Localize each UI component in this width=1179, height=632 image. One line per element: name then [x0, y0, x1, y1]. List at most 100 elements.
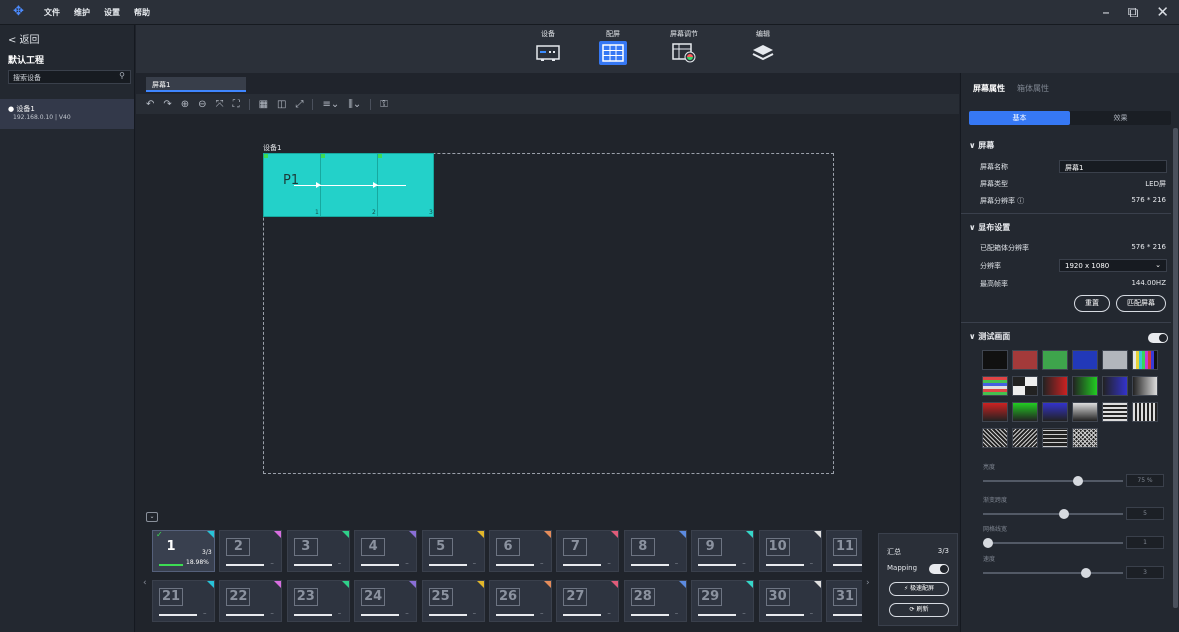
pattern-diagonal-left[interactable]	[1012, 428, 1038, 448]
grid-width-slider-knob[interactable]	[983, 538, 993, 548]
match-screen-button[interactable]: 匹配屏幕	[1116, 295, 1166, 312]
sending-card[interactable]: 28 –	[623, 580, 687, 622]
search-icon[interactable]: ⚲	[119, 71, 125, 80]
undo-icon[interactable]: ↶	[146, 99, 154, 110]
page-next-icon[interactable]: ›	[866, 578, 870, 588]
restore-icon[interactable]: ⧉	[1128, 3, 1139, 21]
redo-icon[interactable]: ↷	[163, 99, 171, 110]
speed-slider[interactable]	[983, 568, 1123, 578]
pattern-gray-vgradient[interactable]	[1072, 402, 1098, 422]
pattern-crosshatch[interactable]	[1072, 428, 1098, 448]
segment-effect[interactable]: 效果	[1070, 111, 1171, 125]
unlock-icon[interactable]: ⚿	[380, 99, 388, 110]
sending-card[interactable]: 27 –	[556, 580, 620, 622]
page-prev-icon[interactable]: ‹	[143, 578, 147, 588]
fit-icon[interactable]: ⤧	[216, 99, 224, 110]
collapse-panel-button[interactable]: ⌄	[146, 512, 158, 522]
screen-name-input[interactable]: 屏幕1	[1059, 160, 1167, 173]
refresh-button[interactable]: ⟳ 刷新	[889, 603, 949, 617]
mapping-toggle[interactable]	[929, 564, 949, 574]
sending-card[interactable]: 10 –	[758, 530, 822, 572]
pattern-blue-vgradient[interactable]	[1042, 402, 1068, 422]
brightness-value[interactable]: 75 %	[1126, 474, 1164, 487]
pattern-lines[interactable]	[982, 376, 1008, 396]
split-icon[interactable]: ◫	[277, 99, 286, 110]
speed-slider-knob[interactable]	[1081, 568, 1091, 578]
sending-card[interactable]: 25 –	[421, 580, 485, 622]
pattern-gray[interactable]	[1102, 350, 1128, 370]
pattern-green-vgradient[interactable]	[1012, 402, 1038, 422]
sending-card[interactable]: 30 –	[758, 580, 822, 622]
resolution-select[interactable]: 1920 x 1080 ⌄	[1059, 259, 1167, 272]
sending-card[interactable]: 24 –	[354, 580, 418, 622]
nav-screen-config[interactable]: 配屏	[591, 29, 635, 73]
gradient-value[interactable]: 5	[1126, 507, 1164, 520]
align-icon[interactable]: ≡⌄	[322, 99, 339, 110]
grid-icon[interactable]: ▦	[259, 99, 268, 110]
section-layout[interactable]: ∨ 显布设置	[969, 222, 1010, 233]
segment-basic[interactable]: 基本	[969, 111, 1070, 125]
pattern-vlines[interactable]	[1132, 402, 1158, 422]
grid-width-value[interactable]: 1	[1126, 536, 1164, 549]
nav-device[interactable]: 设备	[526, 29, 570, 73]
pattern-red[interactable]	[1012, 350, 1038, 370]
speed-value[interactable]: 3	[1126, 566, 1164, 579]
brightness-slider-knob[interactable]	[1073, 476, 1083, 486]
sending-card[interactable]: 23 –	[286, 580, 350, 622]
tab-screen-properties[interactable]: 屏幕属性	[973, 83, 1005, 94]
sending-card[interactable]: 11–	[826, 530, 862, 572]
fullscreen-icon[interactable]: ⛶	[233, 99, 240, 110]
reset-button[interactable]: 重置	[1074, 295, 1110, 312]
connect-icon[interactable]: ⤢	[295, 99, 303, 110]
sending-card[interactable]: 4–	[354, 530, 418, 572]
menu-file[interactable]: 文件	[44, 7, 60, 18]
close-icon[interactable]: ✕	[1156, 3, 1169, 21]
pattern-gray-gradient[interactable]	[1132, 376, 1158, 396]
sending-card[interactable]: 6–	[489, 530, 552, 572]
pattern-green-gradient[interactable]	[1072, 376, 1098, 396]
section-test-pattern[interactable]: ∨ 测试画面	[969, 331, 1010, 342]
sending-card[interactable]: 3–	[286, 530, 350, 572]
brightness-slider[interactable]	[983, 476, 1123, 486]
sending-card[interactable]: 8–	[623, 530, 687, 572]
menu-maintain[interactable]: 维护	[74, 7, 90, 18]
grid-width-slider[interactable]	[983, 538, 1123, 548]
pattern-black[interactable]	[982, 350, 1008, 370]
pattern-green[interactable]	[1042, 350, 1068, 370]
pattern-hlines[interactable]	[1102, 402, 1128, 422]
distribute-icon[interactable]: ⫼⌄	[348, 99, 361, 110]
gradient-slider[interactable]	[983, 509, 1123, 519]
menu-settings[interactable]: 设置	[104, 7, 120, 18]
zoom-in-icon[interactable]: ⊕	[181, 99, 189, 110]
screen-block[interactable]: 1 2 3 P1	[263, 153, 434, 217]
sending-card[interactable]: 22 –	[219, 580, 283, 622]
tab-screen1[interactable]: 屏幕1	[146, 77, 246, 92]
back-button[interactable]: < 返回	[8, 31, 40, 46]
device-search-input[interactable]: 搜索设备 ⚲	[8, 70, 131, 84]
minimize-icon[interactable]: –	[1102, 3, 1110, 21]
sending-card[interactable]: 26 –	[489, 580, 552, 622]
device-list-item[interactable]: ● 设备1 192.168.0.10 | V40	[0, 99, 134, 129]
nav-edit[interactable]: 编辑	[741, 29, 785, 73]
zoom-out-icon[interactable]: ⊖	[198, 99, 206, 110]
pattern-red-gradient[interactable]	[1042, 376, 1068, 396]
pattern-diagonal-right[interactable]	[982, 428, 1008, 448]
sending-card[interactable]: 29 –	[691, 580, 755, 622]
pattern-blue[interactable]	[1072, 350, 1098, 370]
pattern-red-vgradient[interactable]	[982, 402, 1008, 422]
tab-cabinet-properties[interactable]: 箱体属性	[1017, 83, 1049, 94]
pattern-color-bars[interactable]	[1132, 350, 1158, 370]
menu-help[interactable]: 帮助	[134, 7, 150, 18]
properties-scrollbar[interactable]	[1173, 128, 1178, 608]
sending-card[interactable]: 1 ✓ 3/3 18.98%	[152, 530, 215, 572]
quick-config-button[interactable]: ⚡ 极速配屏	[889, 582, 949, 596]
sending-card[interactable]: 2–	[219, 530, 283, 572]
section-screen[interactable]: ∨ 屏幕	[969, 140, 994, 151]
pattern-blue-gradient[interactable]	[1102, 376, 1128, 396]
layout-canvas[interactable]: 设备1 1 2 3 P1	[136, 114, 959, 506]
sending-card[interactable]: 5–	[421, 530, 485, 572]
sending-card[interactable]: 21 –	[152, 580, 215, 622]
test-pattern-toggle[interactable]	[1148, 333, 1168, 343]
pattern-grid[interactable]	[1042, 428, 1068, 448]
nav-screen-adjust[interactable]: 屏幕调节	[662, 29, 706, 73]
